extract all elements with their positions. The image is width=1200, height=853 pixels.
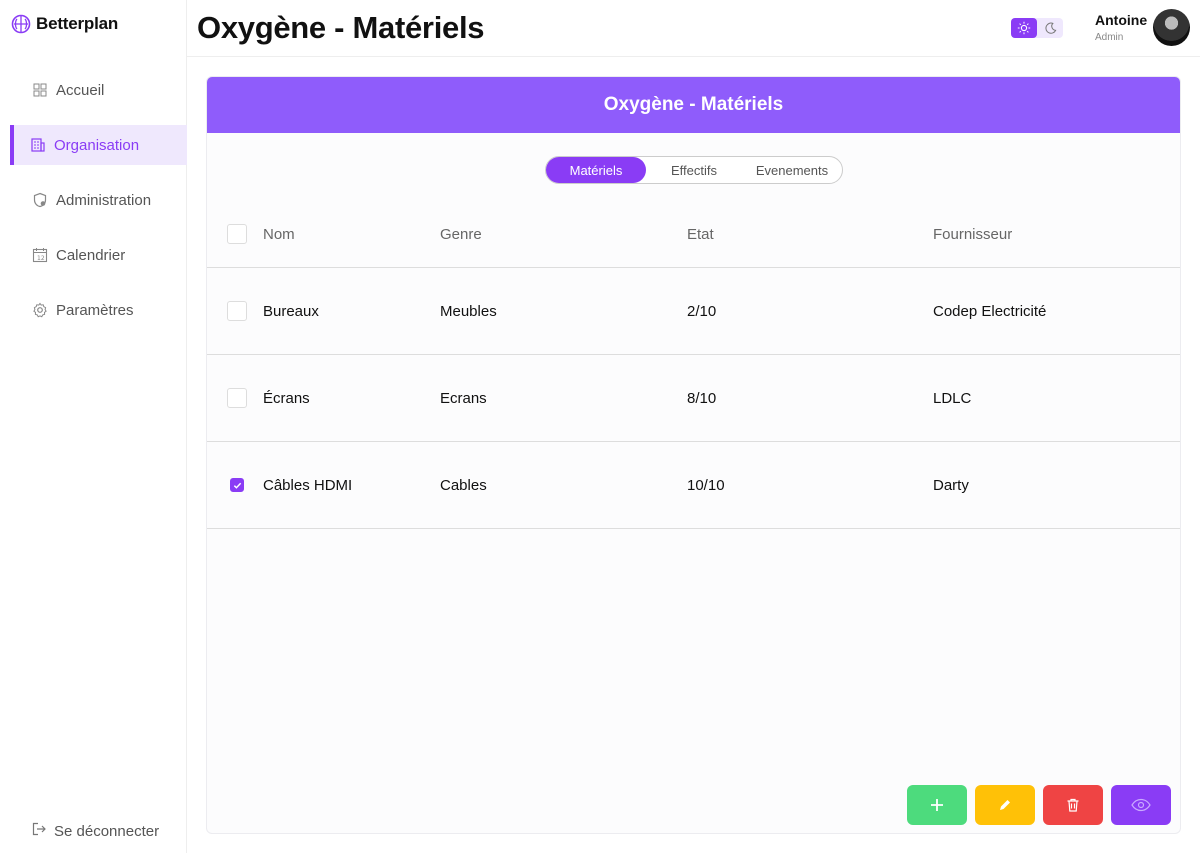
pencil-icon xyxy=(1000,800,1010,810)
row-checkbox[interactable] xyxy=(227,301,247,321)
tab-evenements[interactable]: Evenements xyxy=(742,157,842,183)
cell-nom: Câbles HDMI xyxy=(263,476,353,494)
card-title: Oxygène - Matériels xyxy=(207,77,1180,133)
check-icon xyxy=(233,482,241,489)
materials-card: Oxygène - Matériels Matériels Effectifs … xyxy=(206,76,1181,834)
brain-logo-icon xyxy=(10,13,32,35)
shield-icon xyxy=(32,192,48,208)
eye-icon xyxy=(1131,798,1151,812)
tab-effectifs[interactable]: Effectifs xyxy=(646,157,742,183)
cell-fournisseur: Darty xyxy=(933,476,969,494)
trash-icon xyxy=(1067,798,1079,812)
tab-materiels[interactable]: Matériels xyxy=(546,157,646,183)
column-header-nom[interactable]: Nom xyxy=(263,226,295,243)
cell-etat: 2/10 xyxy=(687,302,717,320)
column-header-etat[interactable]: Etat xyxy=(687,226,714,243)
column-header-fournisseur[interactable]: Fournisseur xyxy=(933,226,1012,243)
svg-text:12: 12 xyxy=(37,255,45,262)
tab-group: Matériels Effectifs Evenements xyxy=(545,156,843,184)
user-name: Antoine xyxy=(1095,12,1148,28)
row-checkbox-checked[interactable] xyxy=(230,478,244,492)
delete-button[interactable] xyxy=(1043,785,1103,825)
page-title: Oxygène - Matériels xyxy=(197,10,485,45)
top-header: Oxygène - Matériels Antoine Admin xyxy=(187,0,1200,57)
sidebar-item-label: Calendrier xyxy=(56,246,126,264)
cell-genre: Ecrans xyxy=(440,389,487,407)
column-header-genre[interactable]: Genre xyxy=(440,226,482,243)
moon-icon[interactable] xyxy=(1037,18,1063,38)
view-button[interactable] xyxy=(1111,785,1171,825)
gear-icon xyxy=(32,302,48,318)
sidebar-item-organisation[interactable]: Organisation xyxy=(10,125,187,165)
sun-icon[interactable] xyxy=(1011,18,1037,38)
table-row[interactable]: Écrans Ecrans 8/10 LDLC xyxy=(207,355,1180,442)
building-icon xyxy=(30,137,46,153)
materials-table: Nom Genre Etat Fournisseur Bureaux Meubl… xyxy=(207,201,1180,529)
sidebar-item-label: Paramètres xyxy=(56,301,134,319)
action-bar xyxy=(907,785,1171,825)
sidebar-item-label: Accueil xyxy=(56,81,105,99)
sidebar: Betterplan Accueil Organisation Administ… xyxy=(0,0,187,853)
sidebar-item-accueil[interactable]: Accueil xyxy=(10,70,187,110)
cell-fournisseur: Codep Electricité xyxy=(933,302,1047,320)
calendar-icon: 12 xyxy=(32,247,48,263)
table-row[interactable]: Bureaux Meubles 2/10 Codep Electricité xyxy=(207,268,1180,355)
cell-genre: Cables xyxy=(440,476,487,494)
sidebar-item-label: Organisation xyxy=(54,136,140,154)
cell-etat: 10/10 xyxy=(687,476,725,494)
user-info[interactable]: Antoine Admin xyxy=(1095,12,1147,43)
table-row[interactable]: Câbles HDMI Cables 10/10 Darty xyxy=(207,442,1180,529)
cell-nom: Écrans xyxy=(263,389,310,407)
logout-button[interactable]: Se déconnecter xyxy=(32,822,159,840)
sidebar-item-parametres[interactable]: Paramètres xyxy=(10,290,187,330)
row-checkbox[interactable] xyxy=(227,388,247,408)
avatar[interactable] xyxy=(1153,9,1190,46)
select-all-checkbox[interactable] xyxy=(227,224,247,244)
logout-icon xyxy=(32,822,46,840)
sidebar-item-calendrier[interactable]: 12 Calendrier xyxy=(10,235,187,275)
cell-fournisseur: LDLC xyxy=(933,389,972,407)
theme-toggle[interactable] xyxy=(1011,18,1063,38)
table-header-row: Nom Genre Etat Fournisseur xyxy=(207,201,1180,268)
cell-genre: Meubles xyxy=(440,302,497,320)
brand[interactable]: Betterplan xyxy=(10,12,118,36)
edit-button[interactable] xyxy=(975,785,1035,825)
grid-icon xyxy=(32,82,48,98)
plus-icon xyxy=(931,799,943,811)
cell-etat: 8/10 xyxy=(687,389,717,407)
logout-label: Se déconnecter xyxy=(54,822,160,840)
brand-name: Betterplan xyxy=(36,14,119,33)
add-button[interactable] xyxy=(907,785,967,825)
cell-nom: Bureaux xyxy=(263,302,319,320)
sidebar-item-administration[interactable]: Administration xyxy=(10,180,187,220)
user-role: Admin xyxy=(1095,32,1124,43)
sidebar-item-label: Administration xyxy=(56,191,152,209)
